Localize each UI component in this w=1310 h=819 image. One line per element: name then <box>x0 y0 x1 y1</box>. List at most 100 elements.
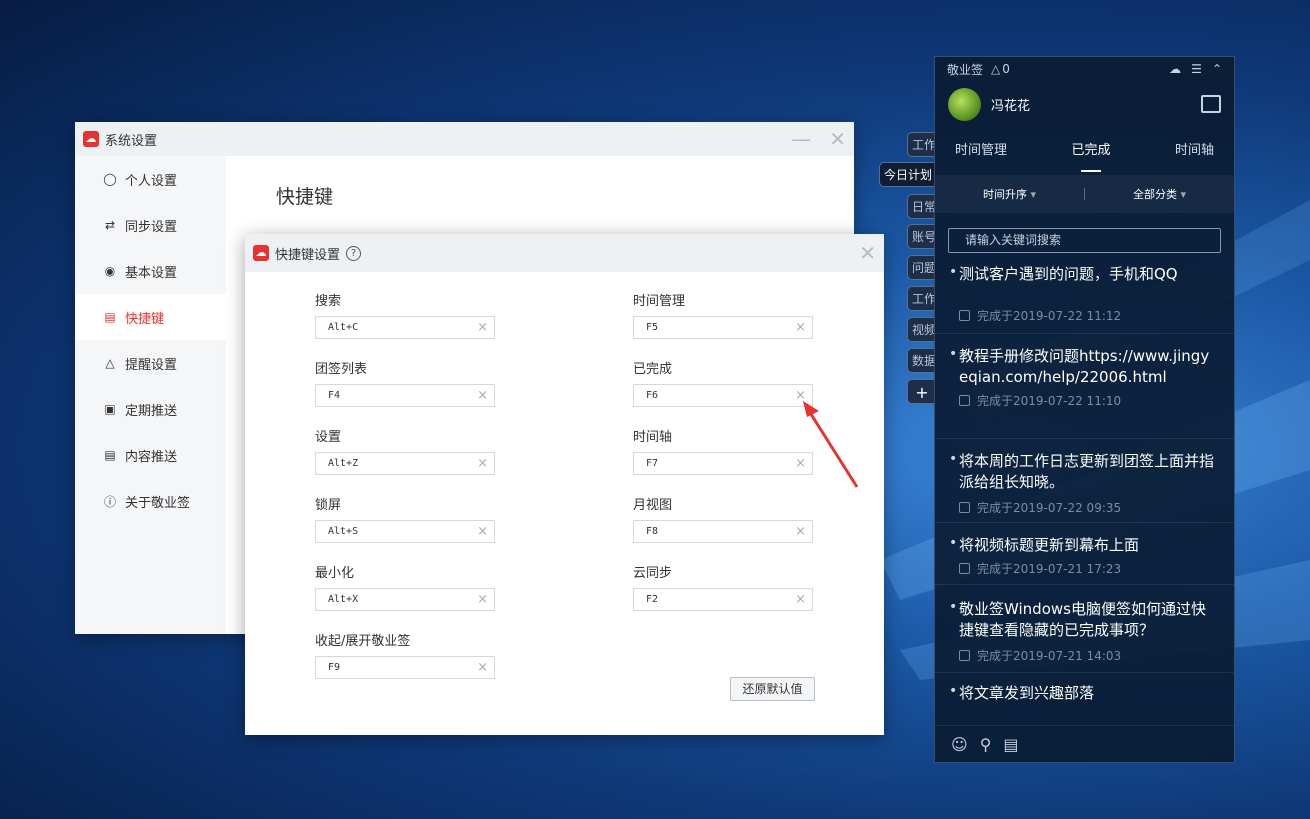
cloud-icon[interactable]: ☁ <box>1169 62 1181 76</box>
shortcut-value: Alt+Z <box>328 458 359 469</box>
clear-icon[interactable]: × <box>795 592 806 607</box>
shortcut-field-team-list: 团签列表 F4 × <box>315 358 495 407</box>
side-tab-video[interactable]: 视频 <box>907 317 937 342</box>
sidebar-item-basic[interactable]: ◉ 基本设置 <box>75 248 226 294</box>
field-label: 时间管理 <box>633 294 686 309</box>
settings-title: 系统设置 <box>105 133 158 149</box>
shortcut-input[interactable]: F6 × <box>633 384 813 407</box>
shortcut-input[interactable]: F5 × <box>633 316 813 339</box>
field-label: 云同步 <box>633 566 673 581</box>
shortcut-field-minimize: 最小化 Alt+X × <box>315 562 495 611</box>
schedule-icon: ▣ <box>104 402 116 416</box>
bullet-icon: • <box>949 599 958 615</box>
sidebar-item-about[interactable]: ⓘ 关于敬业签 <box>75 478 226 524</box>
list-item[interactable]: • 测试客户遇到的问题，手机和QQ 完成于2019-07-22 11:12 <box>935 254 1234 334</box>
sidebar-item-label: 提醒设置 <box>125 357 178 373</box>
calendar-icon[interactable] <box>1201 95 1221 113</box>
sync-icon: ⇄ <box>104 218 116 232</box>
side-tab-issue[interactable]: 问题 <box>907 255 937 280</box>
person-icon: ◯ <box>103 172 117 186</box>
annotation-arrow <box>803 401 859 488</box>
shortcut-value: F6 <box>646 390 659 401</box>
side-tab-today-plan[interactable]: 今日计划 <box>879 162 937 187</box>
shortcut-input[interactable]: Alt+Z × <box>315 452 495 475</box>
side-tab-add[interactable]: + <box>907 379 937 404</box>
side-tab-work[interactable]: 工作 <box>907 132 937 157</box>
bullet-icon: • <box>949 346 958 362</box>
shortcut-input[interactable]: Alt+X × <box>315 588 495 611</box>
tab-completed[interactable]: 已完成 <box>1071 139 1111 172</box>
clear-icon[interactable]: × <box>477 320 488 335</box>
tab-timeline[interactable]: 时间轴 <box>1175 139 1214 158</box>
sidebar-item-sync[interactable]: ⇄ 同步设置 <box>75 202 226 248</box>
clear-icon[interactable]: × <box>477 592 488 607</box>
sidebar-item-content[interactable]: ▤ 内容推送 <box>75 432 226 478</box>
app-logo-icon: ☁ <box>253 245 269 261</box>
minimize-button[interactable]: — <box>791 129 811 149</box>
sidebar-item-label: 同步设置 <box>125 219 178 235</box>
list-item[interactable]: • 将本周的工作日志更新到团签上面并指派给组长知晓。 完成于2019-07-22… <box>935 439 1234 523</box>
search-icon[interactable]: ⚲ <box>980 735 992 754</box>
sidebar-item-schedule[interactable]: ▣ 定期推送 <box>75 386 226 432</box>
clear-icon[interactable]: × <box>477 524 488 539</box>
clear-icon[interactable]: × <box>795 320 806 335</box>
field-label: 设置 <box>315 430 342 445</box>
clear-icon[interactable]: × <box>477 388 488 403</box>
settings-circle-icon: ◉ <box>104 264 116 278</box>
sidebar-item-personal[interactable]: ◯ 个人设置 <box>75 156 226 202</box>
list-item[interactable]: • 将视频标题更新到幕布上面 完成于2019-07-21 17:23 <box>935 523 1234 585</box>
sidebar-item-shortcut[interactable]: ▤ 快捷键 <box>75 294 226 340</box>
username: 冯花花 <box>991 98 1031 114</box>
sort-dropdown[interactable]: 时间升序 ▾ <box>935 186 1084 202</box>
complete-icon <box>959 502 970 513</box>
category-dropdown[interactable]: 全部分类 ▾ <box>1085 186 1234 202</box>
list-item[interactable]: • 敬业签Windows电脑便签如何通过快捷键查看隐藏的已完成事项？ 完成于20… <box>935 585 1234 673</box>
avatar[interactable] <box>948 87 981 121</box>
tab-time-management[interactable]: 时间管理 <box>955 139 1007 158</box>
shortcut-field-completed: 已完成 F6 × <box>633 358 813 407</box>
sidebar-item-label: 个人设置 <box>125 173 178 189</box>
sidebar-item-label: 关于敬业签 <box>125 495 191 511</box>
document-icon: ▤ <box>104 448 116 462</box>
menu-icon[interactable]: ☰ <box>1191 62 1202 76</box>
settings-titlebar: ☁ 系统设置 — ✕ <box>75 122 854 156</box>
sidebar-item-reminder[interactable]: △ 提醒设置 <box>75 340 226 386</box>
search-input[interactable]: 请输入关键词搜索 <box>948 228 1221 253</box>
clear-icon[interactable]: × <box>795 524 806 539</box>
shortcut-input[interactable]: F4 × <box>315 384 495 407</box>
clear-icon[interactable]: × <box>477 456 488 471</box>
item-meta: 完成于2019-07-21 17:23 <box>959 560 1218 577</box>
item-meta: 完成于2019-07-22 11:12 <box>959 307 1218 324</box>
shortcut-field-timeline: 时间轴 F7 × <box>633 426 813 475</box>
side-tab-account[interactable]: 账号 <box>907 224 937 249</box>
shortcut-field-settings: 设置 Alt+Z × <box>315 426 495 475</box>
list-item[interactable]: • 将文章发到兴趣部落 <box>935 673 1234 713</box>
side-tab-daily[interactable]: 日常 <box>907 194 937 219</box>
sidebar-item-label: 快捷键 <box>125 311 165 327</box>
bell-icon[interactable]: △ <box>991 62 1000 76</box>
app-logo-icon: ☁ <box>83 131 99 147</box>
bell-count: 0 <box>1002 62 1010 76</box>
shortcut-input[interactable]: Alt+C × <box>315 316 495 339</box>
side-tab-data[interactable]: 数据 <box>907 348 937 373</box>
page-title: 快捷键 <box>276 186 334 208</box>
shortcut-input[interactable]: F2 × <box>633 588 813 611</box>
notes-icon[interactable]: ▤ <box>1003 735 1018 754</box>
help-icon[interactable]: ? <box>346 245 362 261</box>
shortcut-input[interactable]: F9 × <box>315 656 495 679</box>
shortcut-input[interactable]: F7 × <box>633 452 813 475</box>
user-row: 冯花花 <box>935 81 1234 127</box>
clear-icon[interactable]: × <box>477 660 488 675</box>
list-item[interactable]: • 教程手册修改问题https://www.jingyeqian.com/hel… <box>935 334 1234 439</box>
team-icon[interactable]: ☺ <box>951 735 968 754</box>
close-button[interactable]: ✕ <box>859 243 876 263</box>
chevron-up-icon[interactable]: ⌃ <box>1212 62 1222 76</box>
reset-default-button[interactable]: 还原默认值 <box>730 677 815 701</box>
shortcut-input[interactable]: F8 × <box>633 520 813 543</box>
close-button[interactable]: ✕ <box>829 129 846 149</box>
shortcut-title: 快捷键设置 <box>275 247 341 263</box>
sidebar-item-label: 定期推送 <box>125 403 178 419</box>
shortcut-input[interactable]: Alt+S × <box>315 520 495 543</box>
side-tab-work-2[interactable]: 工作 <box>907 286 937 311</box>
sort-label: 时间升序 <box>982 188 1027 201</box>
